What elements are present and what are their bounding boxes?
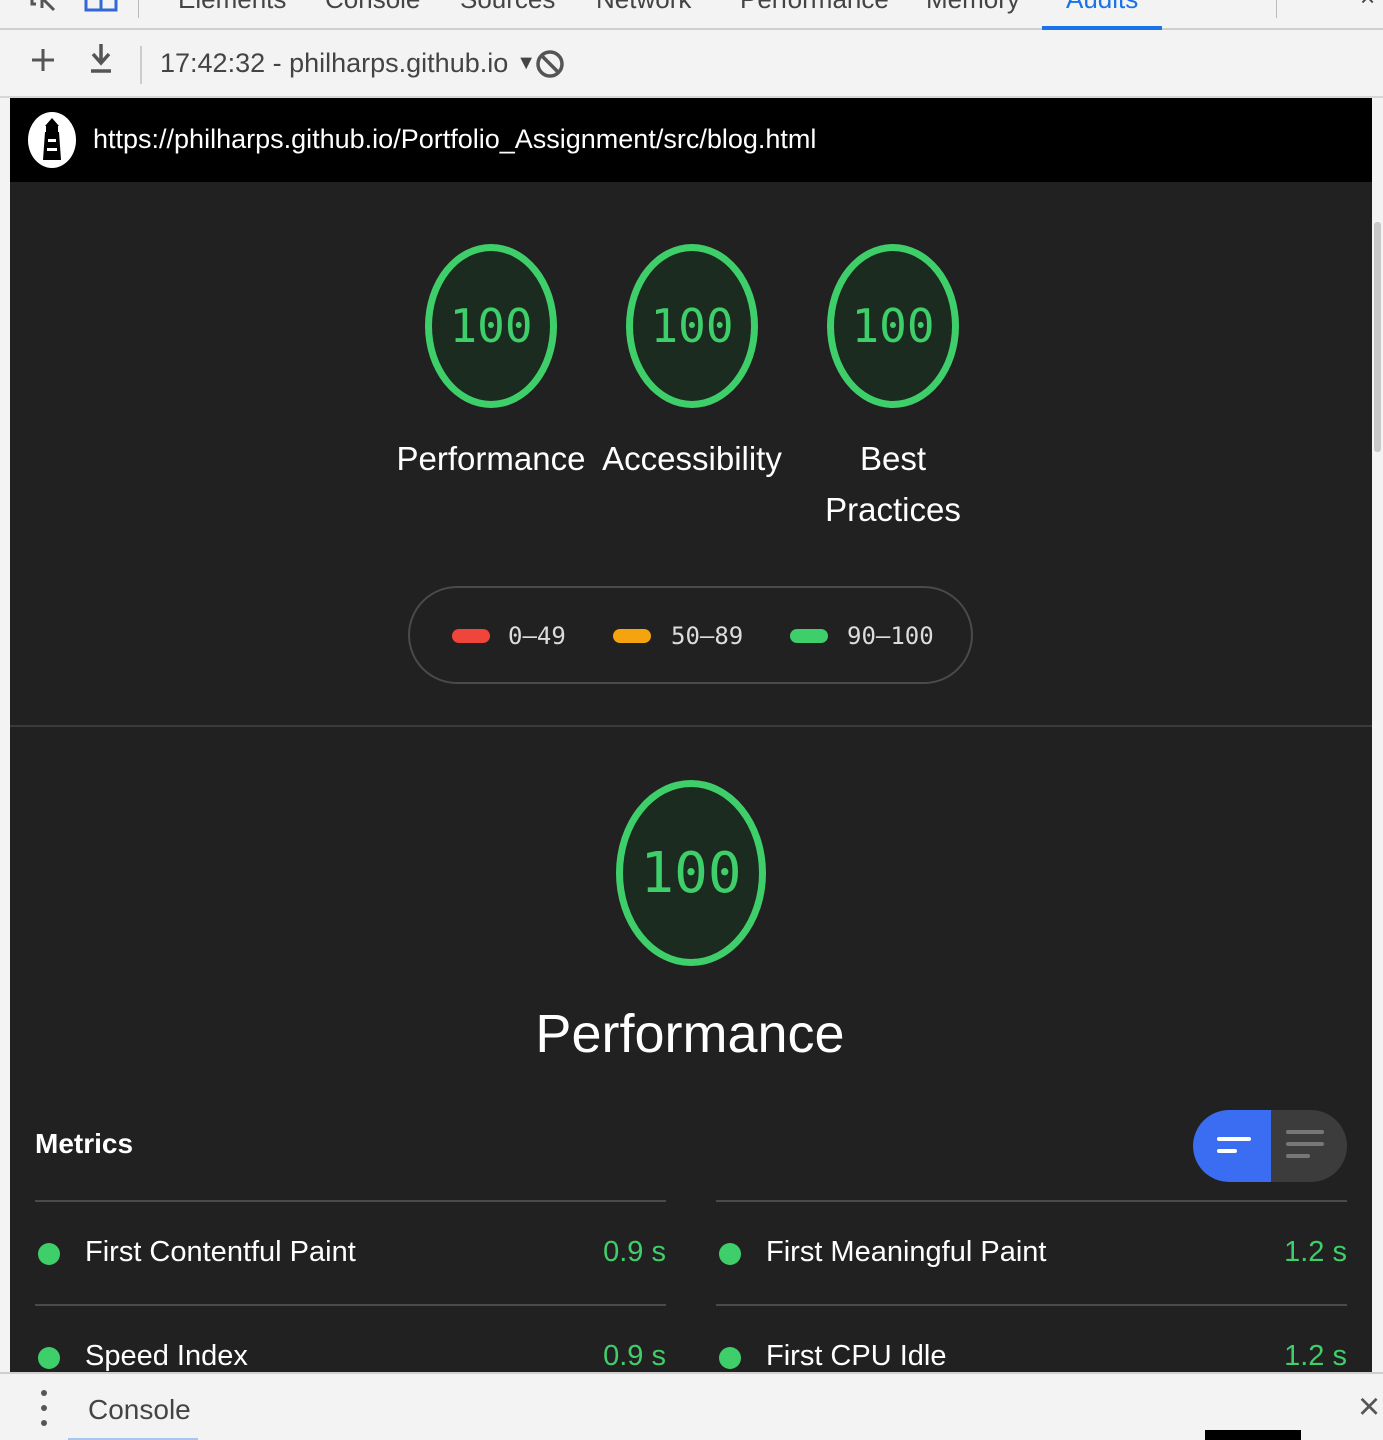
tab-performance[interactable]: Performance [740, 0, 889, 15]
average-range-swatch [613, 629, 651, 643]
active-tab-indicator [1042, 26, 1162, 30]
score-scale-legend: 0–49 50–89 90–100 [408, 586, 973, 684]
metric-value: 0.9 s [603, 1340, 666, 1372]
compact-view-button[interactable] [1193, 1110, 1271, 1182]
metric-first-cpu-idle: First CPU Idle 1.2 s [716, 1306, 1347, 1372]
report-selector-label: 17:42:32 - philharps.github.io [160, 48, 509, 78]
metric-name: First Contentful Paint [85, 1236, 356, 1268]
tab-elements[interactable]: Elements [178, 0, 286, 15]
metric-name: First Meaningful Paint [766, 1236, 1047, 1268]
performance-score: 100 [449, 299, 533, 353]
lighthouse-logo-icon [28, 112, 76, 168]
clear-icon[interactable] [534, 48, 566, 89]
plus-icon[interactable] [30, 42, 56, 82]
panel-left-edge [0, 98, 10, 1372]
performance-section-title: Performance [535, 1004, 845, 1064]
expanded-view-icon-line [1286, 1154, 1310, 1158]
audited-url-link[interactable]: https://philharps.github.io/Portfolio_As… [93, 124, 816, 155]
performance-score-gauge[interactable]: 100 [425, 244, 557, 408]
report-selector[interactable]: 17:42:32 - philharps.github.io ▼ [160, 48, 536, 79]
tab-console[interactable]: Console [325, 0, 420, 15]
metric-first-contentful-paint: First Contentful Paint 0.9 s [35, 1202, 666, 1306]
performance-section-score: 100 [640, 840, 742, 906]
devtools-window: Elements Console Sources Network Perform… [0, 0, 1383, 1440]
more-tabs-icon[interactable]: » [1178, 0, 1192, 9]
tab-network[interactable]: Network [596, 0, 691, 15]
fail-range-swatch [452, 629, 490, 643]
devtools-tab-strip: Elements Console Sources Network Perform… [0, 0, 1383, 30]
pass-indicator-icon [719, 1243, 741, 1265]
audits-toolbar: 17:42:32 - philharps.github.io ▼ [0, 32, 1383, 98]
best-practices-score-gauge[interactable]: 100 [827, 244, 959, 408]
expanded-view-icon-line [1286, 1142, 1324, 1146]
close-drawer-icon[interactable]: × [1358, 1386, 1380, 1429]
drawer-menu-icon[interactable] [38, 1390, 50, 1428]
metric-value: 1.2 s [1284, 1340, 1347, 1372]
metric-speed-index: Speed Index 0.9 s [35, 1306, 666, 1372]
pass-range-label: 90–100 [847, 622, 934, 650]
section-divider [10, 725, 1372, 727]
console-drawer: Console × [0, 1372, 1383, 1440]
tab-sources[interactable]: Sources [460, 0, 555, 15]
pass-indicator-icon [38, 1243, 60, 1265]
toolbar-separator [138, 0, 139, 18]
toolbar-separator [1276, 0, 1277, 18]
toolbar-separator [140, 46, 142, 84]
best-practices-label-line1: Best [859, 440, 927, 477]
inspect-element-icon[interactable] [30, 0, 60, 22]
best-practices-score: 100 [851, 299, 935, 353]
pass-indicator-icon [38, 1347, 60, 1369]
kebab-menu-icon[interactable]: ⋮ [1308, 0, 1334, 1]
metric-first-meaningful-paint: First Meaningful Paint 1.2 s [716, 1202, 1347, 1306]
close-devtools-icon[interactable]: × [1360, 0, 1375, 13]
pass-indicator-icon [719, 1347, 741, 1369]
expanded-view-icon [1286, 1130, 1324, 1134]
metrics-heading: Metrics [35, 1128, 134, 1159]
drawer-tab-console[interactable]: Console [88, 1394, 191, 1426]
report-url-bar: https://philharps.github.io/Portfolio_As… [10, 98, 1372, 182]
accessibility-gauge-label: Accessibility [602, 440, 782, 477]
performance-section-gauge: 100 [616, 780, 766, 966]
pass-range-swatch [790, 629, 828, 643]
tab-audits[interactable]: Audits [1066, 0, 1138, 15]
accessibility-score-gauge[interactable]: 100 [626, 244, 758, 408]
device-toolbar-icon[interactable] [84, 0, 118, 20]
average-range-label: 50–89 [671, 622, 744, 650]
metric-name: Speed Index [85, 1340, 248, 1372]
metric-value: 1.2 s [1284, 1236, 1347, 1268]
metric-name: First CPU Idle [766, 1340, 947, 1372]
lighthouse-report: https://philharps.github.io/Portfolio_As… [10, 98, 1372, 1372]
best-practices-gauge-label: Best Practices [793, 433, 993, 535]
report-scrollbar-thumb[interactable] [1374, 222, 1381, 452]
tab-memory[interactable]: Memory [926, 0, 1020, 15]
download-icon[interactable] [88, 42, 114, 83]
accessibility-score: 100 [650, 299, 734, 353]
best-practices-label-line2: Practices [825, 491, 961, 528]
metrics-view-toggle[interactable] [1193, 1110, 1347, 1182]
occluding-block [1205, 1430, 1301, 1440]
metric-value: 0.9 s [603, 1236, 666, 1268]
compact-view-icon-line [1217, 1149, 1237, 1153]
compact-view-icon [1217, 1137, 1251, 1141]
fail-range-label: 0–49 [508, 622, 566, 650]
performance-gauge-label: Performance [396, 440, 586, 477]
